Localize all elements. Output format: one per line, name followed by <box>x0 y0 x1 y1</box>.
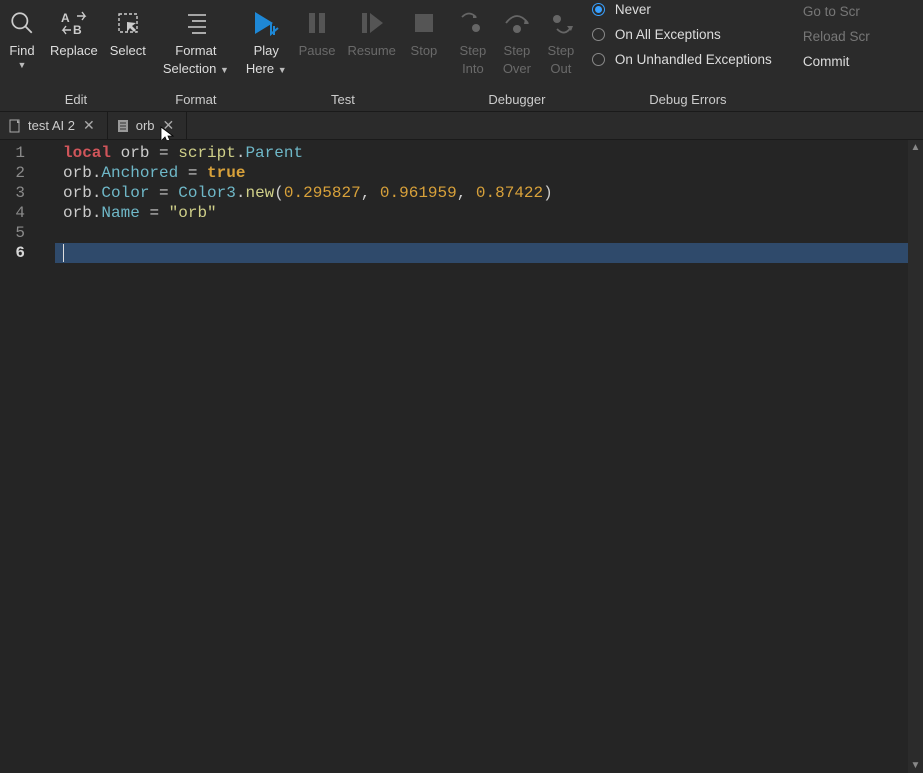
radio-icon <box>592 3 605 16</box>
code-line: orb.Name = "orb" <box>63 203 923 223</box>
stop-label: Stop <box>411 42 438 60</box>
step-out-label-2: Out <box>550 60 571 78</box>
line-number: 2 <box>0 163 25 183</box>
caret-icon: ▼ <box>278 65 287 75</box>
code-editor[interactable]: 1 2 3 4 5 6 local orb = script.Parent or… <box>0 140 923 773</box>
format-selection-label-2: Selection <box>163 61 216 76</box>
step-into-label-2: Into <box>462 60 484 78</box>
resume-button[interactable]: Resume <box>341 2 401 60</box>
resume-label: Resume <box>347 42 395 60</box>
replace-button[interactable]: AB Replace <box>44 2 104 60</box>
ribbon-group-format: Format Selection ▼ Format <box>157 0 235 111</box>
ribbon-group-edit: Find ▼ AB Replace Select Edit <box>0 0 152 111</box>
close-icon[interactable]: ✕ <box>81 117 97 134</box>
step-out-icon <box>547 4 575 42</box>
step-over-button[interactable]: Step Over <box>495 2 539 78</box>
step-into-button[interactable]: Step Into <box>451 2 495 78</box>
ribbon-group-test: Play Here ▼ Pause Resume Stop <box>240 0 446 111</box>
code-line <box>63 223 923 243</box>
pause-icon <box>305 4 329 42</box>
find-label: Find <box>9 42 34 60</box>
tab-label: orb <box>136 118 155 133</box>
svg-text:A: A <box>61 11 70 25</box>
svg-text:B: B <box>73 23 82 36</box>
caret-icon: ▼ <box>220 65 229 75</box>
select-label: Select <box>110 42 146 60</box>
step-over-label-1: Step <box>504 42 531 60</box>
step-into-label-1: Step <box>460 42 487 60</box>
format-icon <box>182 4 210 42</box>
replace-label: Replace <box>50 42 98 60</box>
tab-orb[interactable]: orb ✕ <box>108 112 188 139</box>
reload-script-button[interactable]: Reload Scr <box>803 29 870 44</box>
radio-icon <box>592 28 605 41</box>
find-button[interactable]: Find ▼ <box>0 2 44 70</box>
format-selection-label-1: Format <box>175 42 216 60</box>
pause-label: Pause <box>299 42 336 60</box>
ribbon-toolbar: Find ▼ AB Replace Select Edit <box>0 0 923 112</box>
radio-icon <box>592 53 605 66</box>
group-label-debug-errors: Debug Errors <box>588 89 788 111</box>
code-line: orb.Color = Color3.new(0.295827, 0.96195… <box>63 183 923 203</box>
ribbon-group-right: Go to Scr Reload Scr Commit <box>793 0 878 69</box>
step-out-label-1: Step <box>548 42 575 60</box>
close-icon[interactable]: ✕ <box>161 117 177 134</box>
replace-icon: AB <box>59 4 89 42</box>
script-icon <box>8 119 22 133</box>
line-number: 5 <box>0 223 25 243</box>
format-selection-button[interactable]: Format Selection ▼ <box>157 2 235 79</box>
line-number-gutter: 1 2 3 4 5 6 <box>0 140 55 773</box>
group-label-format: Format <box>157 89 235 111</box>
caret-icon: ▼ <box>18 60 27 70</box>
pause-button[interactable]: Pause <box>293 2 342 60</box>
ribbon-group-debugger: Step Into Step Over Step Out Debugger <box>451 0 583 111</box>
debug-error-never[interactable]: Never <box>592 2 788 17</box>
code-area[interactable]: local orb = script.Parent orb.Anchored =… <box>55 140 923 773</box>
group-label-edit: Edit <box>0 89 152 111</box>
play-label-2: Here <box>246 61 274 76</box>
line-number: 4 <box>0 203 25 223</box>
scroll-down-icon[interactable]: ▼ <box>908 758 923 773</box>
step-into-icon <box>459 4 487 42</box>
code-line: local orb = script.Parent <box>63 143 923 163</box>
tab-test-ai-2[interactable]: test AI 2 ✕ <box>0 112 108 139</box>
select-icon <box>114 4 142 42</box>
resume-icon <box>359 4 385 42</box>
script-icon <box>116 119 130 133</box>
ribbon-group-debug-errors: Never On All Exceptions On Unhandled Exc… <box>588 0 788 111</box>
debug-error-on-unhandled-label: On Unhandled Exceptions <box>615 52 772 67</box>
search-icon <box>9 4 35 42</box>
line-number: 1 <box>0 143 25 163</box>
debug-error-on-unhandled[interactable]: On Unhandled Exceptions <box>592 52 788 67</box>
commit-button[interactable]: Commit <box>803 54 870 69</box>
debug-error-on-all[interactable]: On All Exceptions <box>592 27 788 42</box>
line-number: 6 <box>0 243 25 263</box>
text-cursor <box>63 244 64 262</box>
stop-button[interactable]: Stop <box>402 2 446 60</box>
scroll-up-icon[interactable]: ▲ <box>908 140 923 155</box>
debug-error-never-label: Never <box>615 2 651 17</box>
line-number: 3 <box>0 183 25 203</box>
step-out-button[interactable]: Step Out <box>539 2 583 78</box>
stop-icon <box>412 4 436 42</box>
go-to-script-button[interactable]: Go to Scr <box>803 4 870 19</box>
code-line: orb.Anchored = true <box>63 163 923 183</box>
group-label-debugger: Debugger <box>451 89 583 111</box>
current-line-highlight <box>55 243 908 263</box>
play-icon <box>251 4 281 42</box>
editor-tabs: test AI 2 ✕ orb ✕ <box>0 112 923 140</box>
play-label-1: Play <box>254 42 279 60</box>
step-over-icon <box>503 4 531 42</box>
step-over-label-2: Over <box>503 60 531 78</box>
vertical-scrollbar[interactable]: ▲ ▼ <box>908 140 923 773</box>
tab-label: test AI 2 <box>28 118 75 133</box>
debug-error-on-all-label: On All Exceptions <box>615 27 721 42</box>
play-here-button[interactable]: Play Here ▼ <box>240 2 293 79</box>
group-label-test: Test <box>240 89 446 111</box>
select-button[interactable]: Select <box>104 2 152 60</box>
